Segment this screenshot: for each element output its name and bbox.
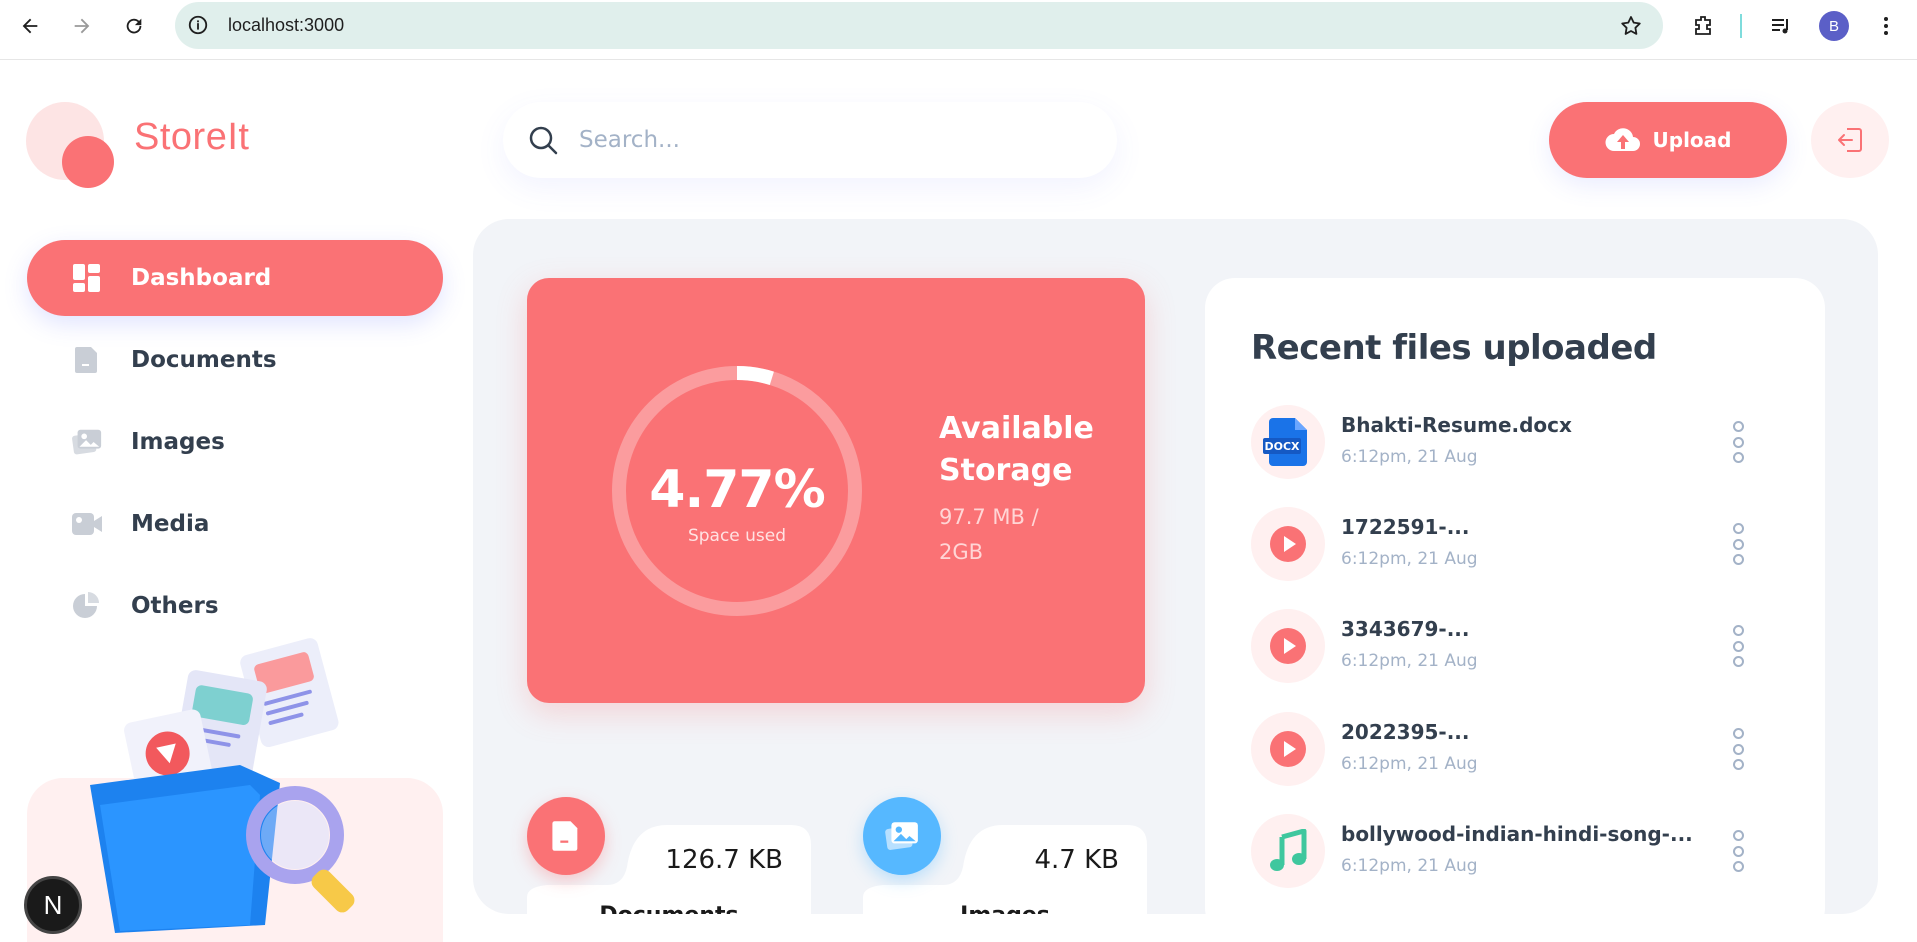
- more-vertical-icon: [1884, 17, 1888, 35]
- site-info-icon[interactable]: [187, 14, 209, 36]
- recent-file-row[interactable]: bollywood-indian-hindi-song-... 6:12pm, …: [1251, 814, 1781, 890]
- storage-summary-card: 4.77% Space used Available Storage 97.7 …: [527, 278, 1145, 703]
- recent-files-title: Recent files uploaded: [1251, 328, 1657, 368]
- video-play-icon: [1251, 507, 1325, 581]
- upload-button[interactable]: Upload: [1549, 102, 1787, 178]
- app-name: StoreIt: [134, 116, 250, 158]
- recent-file-row[interactable]: 3343679-... 6:12pm, 21 Aug: [1251, 609, 1781, 685]
- address-bar[interactable]: localhost:3000: [175, 2, 1663, 49]
- category-size: 4.7 KB: [1034, 845, 1120, 875]
- sidebar-nav: Dashboard Documents Images Media Others: [27, 240, 443, 650]
- category-size: 126.7 KB: [665, 845, 783, 875]
- app-logo[interactable]: StoreIt: [26, 102, 296, 192]
- media-control-button[interactable]: [1765, 10, 1797, 42]
- file-name: Bhakti-Resume.docx: [1341, 413, 1572, 437]
- arrow-left-icon: [22, 18, 38, 34]
- bookmark-star-icon[interactable]: [1619, 14, 1643, 38]
- extensions-button[interactable]: [1687, 10, 1719, 42]
- files-illustration: [90, 638, 355, 933]
- category-title: Images: [863, 903, 1147, 914]
- search-input[interactable]: [579, 127, 1059, 153]
- puzzle-icon: [1695, 16, 1711, 35]
- cloud-upload-icon: [1605, 128, 1640, 151]
- reload-icon: [126, 18, 142, 34]
- video-play-icon: [1251, 609, 1325, 683]
- file-date: 6:12pm, 21 Aug: [1341, 549, 1478, 569]
- file-actions-menu-button[interactable]: [1731, 625, 1745, 667]
- dashboard-panel: 4.77% Space used Available Storage 97.7 …: [473, 219, 1878, 914]
- video-icon: [71, 508, 103, 540]
- reload-button[interactable]: [118, 10, 150, 42]
- images-icon: [71, 426, 103, 458]
- toolbar-divider: [1739, 10, 1743, 42]
- logout-icon: [1838, 128, 1862, 152]
- file-actions-menu-button[interactable]: [1731, 830, 1745, 872]
- sidebar-item-media[interactable]: Media: [27, 486, 443, 562]
- image-icon: [863, 797, 941, 875]
- document-icon: [71, 344, 103, 376]
- category-card-images[interactable]: 4.7 KB Images: [863, 797, 1147, 914]
- category-card-documents[interactable]: 126.7 KB Documents: [527, 797, 811, 914]
- recent-files-panel: Recent files uploaded DOCX Bhakti-Resume…: [1205, 278, 1825, 914]
- svg-text:DOCX: DOCX: [1264, 440, 1300, 453]
- video-play-icon: [1251, 712, 1325, 786]
- url-text: localhost:3000: [228, 15, 345, 35]
- sidebar-item-label: Dashboard: [131, 265, 272, 291]
- forward-button[interactable]: [66, 10, 98, 42]
- sidebar-item-others[interactable]: Others: [27, 568, 443, 644]
- file-actions-menu-button[interactable]: [1731, 728, 1745, 770]
- sidebar-item-label: Others: [131, 593, 219, 619]
- browser-menu-button[interactable]: [1870, 10, 1902, 42]
- recent-file-row[interactable]: DOCX Bhakti-Resume.docx 6:12pm, 21 Aug: [1251, 405, 1781, 481]
- search-icon: [529, 126, 558, 155]
- docx-icon: DOCX: [1251, 405, 1325, 479]
- sidebar-item-label: Images: [131, 429, 225, 455]
- file-date: 6:12pm, 21 Aug: [1341, 447, 1478, 467]
- profile-avatar: B: [1819, 11, 1849, 41]
- recent-file-row[interactable]: 2022395-... 6:12pm, 21 Aug: [1251, 712, 1781, 788]
- document-icon: [527, 797, 605, 875]
- file-date: 6:12pm, 21 Aug: [1341, 856, 1478, 876]
- category-title: Documents: [527, 903, 811, 914]
- sidebar-item-images[interactable]: Images: [27, 404, 443, 480]
- app-root: StoreIt Dashboard Documents Images Media: [0, 60, 1917, 942]
- recent-file-row[interactable]: 1722591-... 6:12pm, 21 Aug: [1251, 507, 1781, 583]
- back-button[interactable]: [14, 10, 46, 42]
- sidebar-item-label: Documents: [131, 347, 277, 373]
- sidebar-item-label: Media: [131, 511, 210, 537]
- logout-button[interactable]: [1811, 102, 1889, 178]
- sidebar-item-documents[interactable]: Documents: [27, 322, 443, 398]
- upload-button-label: Upload: [1652, 128, 1732, 152]
- sidebar-item-dashboard[interactable]: Dashboard: [27, 240, 443, 316]
- storage-percent: 4.77%: [649, 460, 825, 520]
- storage-title: Available Storage: [939, 411, 1094, 488]
- logo-circle-dark: [62, 136, 114, 188]
- nextjs-dev-badge[interactable]: N: [24, 876, 82, 934]
- search-bar[interactable]: [503, 102, 1117, 178]
- file-actions-menu-button[interactable]: [1731, 523, 1745, 565]
- file-actions-menu-button[interactable]: [1731, 421, 1745, 463]
- pie-chart-icon: [71, 590, 103, 622]
- music-icon: [1251, 814, 1325, 888]
- storage-used: 97.7 MB / 2GB: [939, 505, 1039, 564]
- file-name: 2022395-...: [1341, 720, 1470, 744]
- file-name: bollywood-indian-hindi-song-...: [1341, 822, 1693, 846]
- arrow-right-icon: [74, 18, 90, 34]
- dashboard-icon: [71, 262, 103, 294]
- storage-percent-caption: Space used: [687, 526, 787, 546]
- file-date: 6:12pm, 21 Aug: [1341, 651, 1478, 671]
- browser-toolbar: localhost:3000 B: [0, 0, 1917, 60]
- file-name: 3343679-...: [1341, 617, 1470, 641]
- file-name: 1722591-...: [1341, 515, 1470, 539]
- file-date: 6:12pm, 21 Aug: [1341, 754, 1478, 774]
- playlist-music-icon: [1772, 19, 1788, 34]
- profile-button[interactable]: B: [1818, 10, 1850, 42]
